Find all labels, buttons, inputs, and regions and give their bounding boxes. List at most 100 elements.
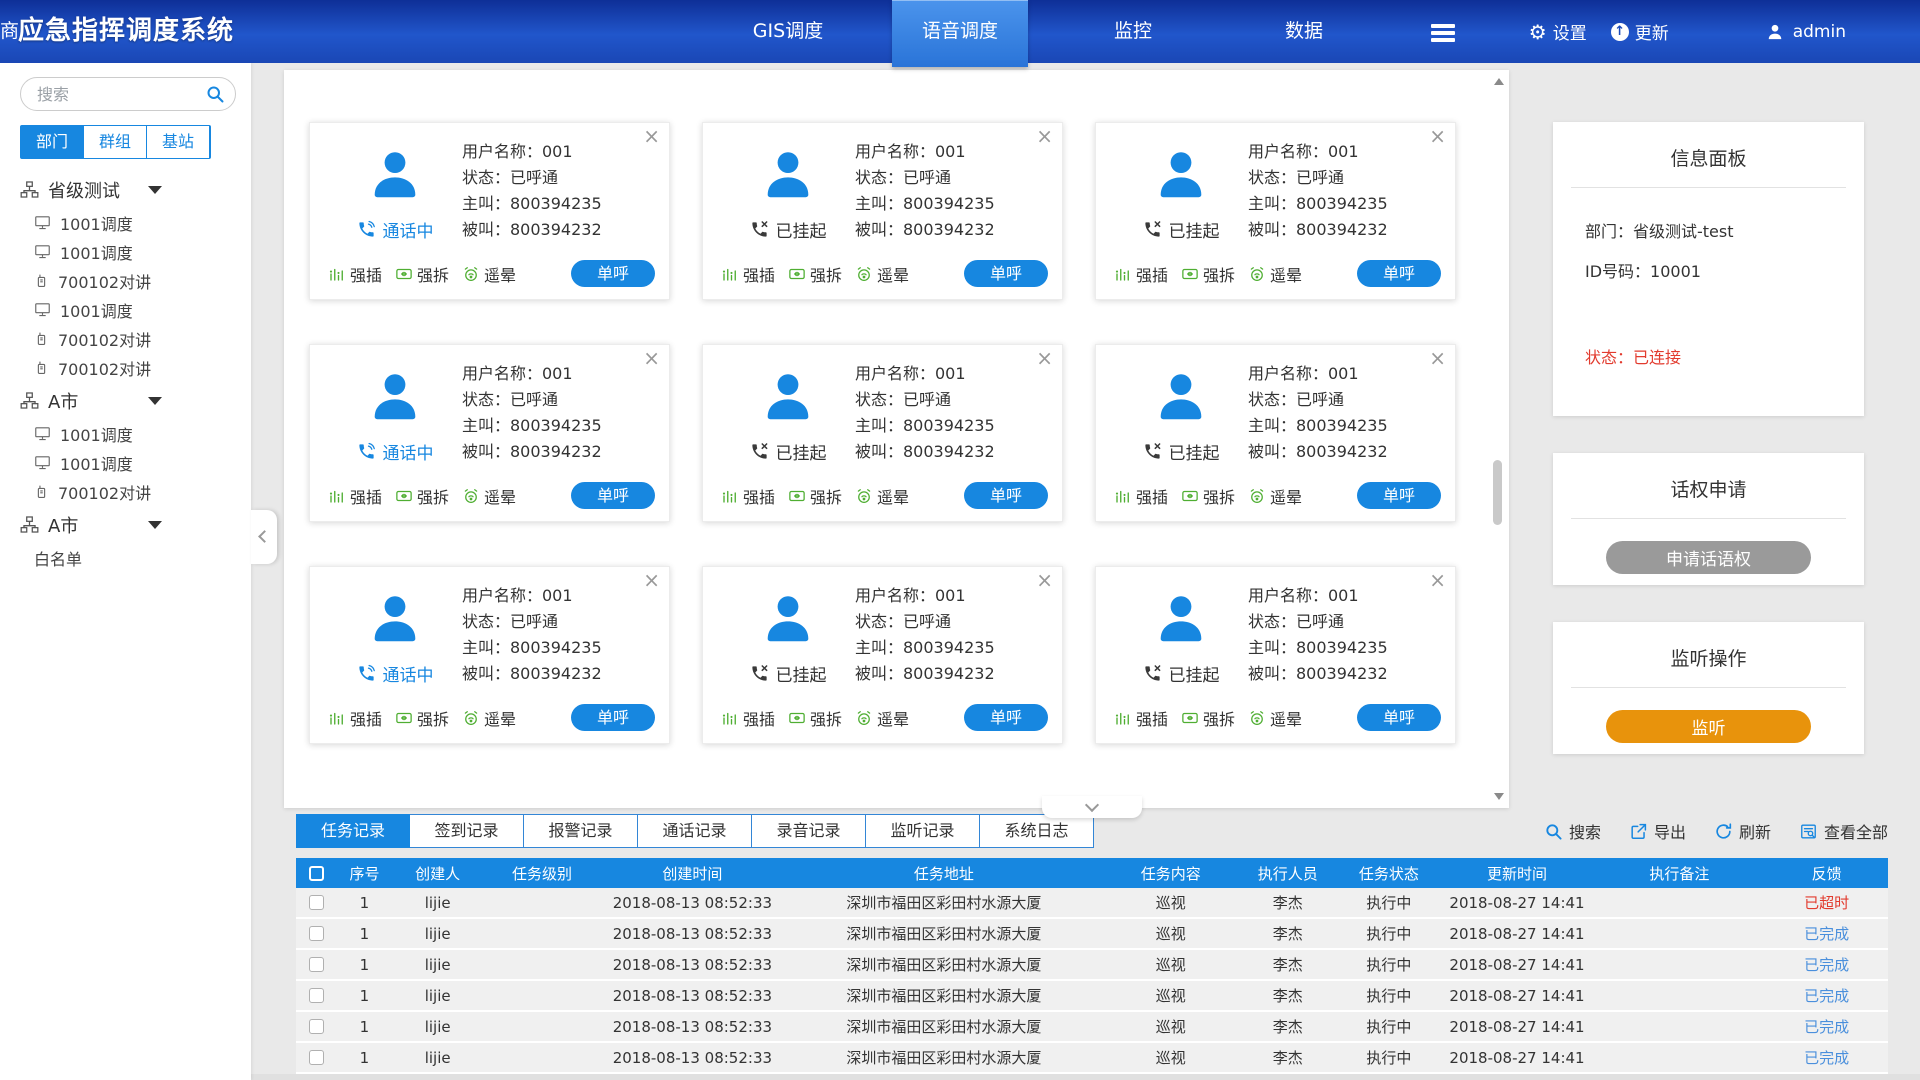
scroll-down-arrow[interactable] (1494, 793, 1504, 800)
tree-group-provincial[interactable]: 省级测试 (20, 171, 251, 208)
tree-item[interactable]: 1001调度 (20, 237, 251, 266)
force-break-button[interactable]: 强拆 (788, 706, 842, 730)
tree-group-city-a1[interactable]: A市 (20, 382, 251, 419)
nav-item[interactable]: 语音调度 (892, 0, 1028, 67)
single-call-button[interactable]: 单呼 (1357, 704, 1441, 731)
nav-item[interactable]: 数据 (1255, 0, 1353, 63)
remote-stun-button[interactable]: 遥晕 (1248, 484, 1302, 508)
single-call-button[interactable]: 单呼 (1357, 482, 1441, 509)
close-icon[interactable]: × (643, 347, 660, 369)
sidebar-collapse-handle[interactable] (251, 510, 277, 564)
force-break-button[interactable]: 强拆 (1181, 484, 1235, 508)
tree-item[interactable]: 1001调度 (20, 419, 251, 448)
tree-item[interactable]: 700102对讲 (20, 477, 251, 506)
force-break-button[interactable]: 强拆 (788, 484, 842, 508)
scroll-up-arrow[interactable] (1494, 78, 1504, 85)
remote-stun-button[interactable]: 遥晕 (855, 706, 909, 730)
force-insert-button[interactable]: 强插 (328, 706, 382, 730)
remote-stun-button[interactable]: 遥晕 (855, 484, 909, 508)
apply-talk-permission-button[interactable]: 申请话语权 (1606, 541, 1811, 574)
refresh-button[interactable]: 刷新 (1714, 819, 1771, 843)
row-checkbox[interactable] (309, 1050, 324, 1065)
force-insert-button[interactable]: 强插 (1114, 484, 1168, 508)
user-menu[interactable]: admin (1765, 22, 1846, 42)
close-icon[interactable]: × (1036, 347, 1053, 369)
search-icon[interactable] (205, 84, 225, 104)
row-checkbox[interactable] (309, 926, 324, 941)
record-tab[interactable]: 报警记录 (524, 814, 638, 848)
row-checkbox[interactable] (309, 957, 324, 972)
nav-item[interactable]: GIS调度 (723, 0, 853, 63)
remote-stun-button[interactable]: 遥晕 (462, 706, 516, 730)
field-status: 状态：已呼通 (462, 387, 602, 413)
force-break-button[interactable]: 强拆 (1181, 262, 1235, 286)
single-call-button[interactable]: 单呼 (571, 482, 655, 509)
single-call-button[interactable]: 单呼 (571, 704, 655, 731)
tree-item[interactable]: 1001调度 (20, 295, 251, 324)
close-icon[interactable]: × (1036, 125, 1053, 147)
force-insert-button[interactable]: 强插 (328, 484, 382, 508)
force-insert-button[interactable]: 强插 (721, 262, 775, 286)
avatar (759, 145, 817, 203)
remote-stun-button[interactable]: 遥晕 (1248, 262, 1302, 286)
force-break-button[interactable]: 强拆 (1181, 706, 1235, 730)
close-icon[interactable]: × (1429, 347, 1446, 369)
tree-item[interactable]: 1001调度 (20, 208, 251, 237)
force-insert-button[interactable]: 强插 (721, 484, 775, 508)
force-break-button[interactable]: 强拆 (395, 262, 449, 286)
close-icon[interactable]: × (643, 125, 660, 147)
single-call-button[interactable]: 单呼 (964, 482, 1048, 509)
single-call-button[interactable]: 单呼 (964, 704, 1048, 731)
remote-stun-button[interactable]: 遥晕 (462, 262, 516, 286)
record-tab[interactable]: 监听记录 (866, 814, 980, 848)
nav-item[interactable]: 监控 (1084, 0, 1182, 63)
remote-stun-button[interactable]: 遥晕 (855, 262, 909, 286)
single-call-button[interactable]: 单呼 (964, 260, 1048, 287)
row-checkbox[interactable] (309, 988, 324, 1003)
panel-collapse-tab[interactable] (1042, 796, 1142, 818)
search-button[interactable]: 搜索 (1544, 819, 1601, 843)
scroll-thumb[interactable] (1493, 460, 1502, 525)
force-break-button[interactable]: 强拆 (395, 484, 449, 508)
update-button[interactable]: ↑ 更新 (1611, 19, 1669, 44)
row-checkbox[interactable] (309, 895, 324, 910)
single-call-button[interactable]: 单呼 (1357, 260, 1441, 287)
main-scrollbar (1491, 75, 1506, 803)
sidebar-tab[interactable]: 部门 (21, 126, 84, 158)
record-tab[interactable]: 通话记录 (638, 814, 752, 848)
view-all-button[interactable]: 查看全部 (1799, 819, 1888, 843)
close-icon[interactable]: × (643, 569, 660, 591)
sidebar-tab[interactable]: 群组 (84, 126, 147, 158)
tree-item[interactable]: 1001调度 (20, 448, 251, 477)
hamburger-menu-icon[interactable] (1431, 21, 1455, 45)
force-insert-button[interactable]: 强插 (328, 262, 382, 286)
settings-button[interactable]: ⚙ 设置 (1529, 19, 1587, 44)
force-insert-button[interactable]: 强插 (1114, 262, 1168, 286)
close-icon[interactable]: × (1429, 569, 1446, 591)
record-tab[interactable]: 签到记录 (410, 814, 524, 848)
remote-stun-button[interactable]: 遥晕 (462, 484, 516, 508)
row-checkbox[interactable] (309, 1019, 324, 1034)
search-input[interactable] (35, 84, 205, 105)
nav-item[interactable]: 会商 (0, 0, 49, 63)
force-insert-button[interactable]: 强插 (721, 706, 775, 730)
sidebar-tab[interactable]: 基站 (147, 126, 210, 158)
close-icon[interactable]: × (1429, 125, 1446, 147)
tree-item[interactable]: 白名单 (20, 543, 251, 572)
tree-item[interactable]: 700102对讲 (20, 324, 251, 353)
close-icon[interactable]: × (1036, 569, 1053, 591)
export-button[interactable]: 导出 (1629, 819, 1686, 843)
tree-item[interactable]: 700102对讲 (20, 353, 251, 382)
tree-item[interactable]: 700102对讲 (20, 266, 251, 295)
force-break-button[interactable]: 强拆 (395, 706, 449, 730)
record-tab[interactable]: 系统日志 (980, 814, 1094, 848)
force-insert-button[interactable]: 强插 (1114, 706, 1168, 730)
record-tab[interactable]: 任务记录 (296, 814, 410, 848)
select-all-checkbox[interactable] (309, 866, 324, 881)
tree-group-city-a2[interactable]: A市 (20, 506, 251, 543)
record-tab[interactable]: 录音记录 (752, 814, 866, 848)
monitor-button[interactable]: 监听 (1606, 710, 1811, 743)
remote-stun-button[interactable]: 遥晕 (1248, 706, 1302, 730)
single-call-button[interactable]: 单呼 (571, 260, 655, 287)
force-break-button[interactable]: 强拆 (788, 262, 842, 286)
